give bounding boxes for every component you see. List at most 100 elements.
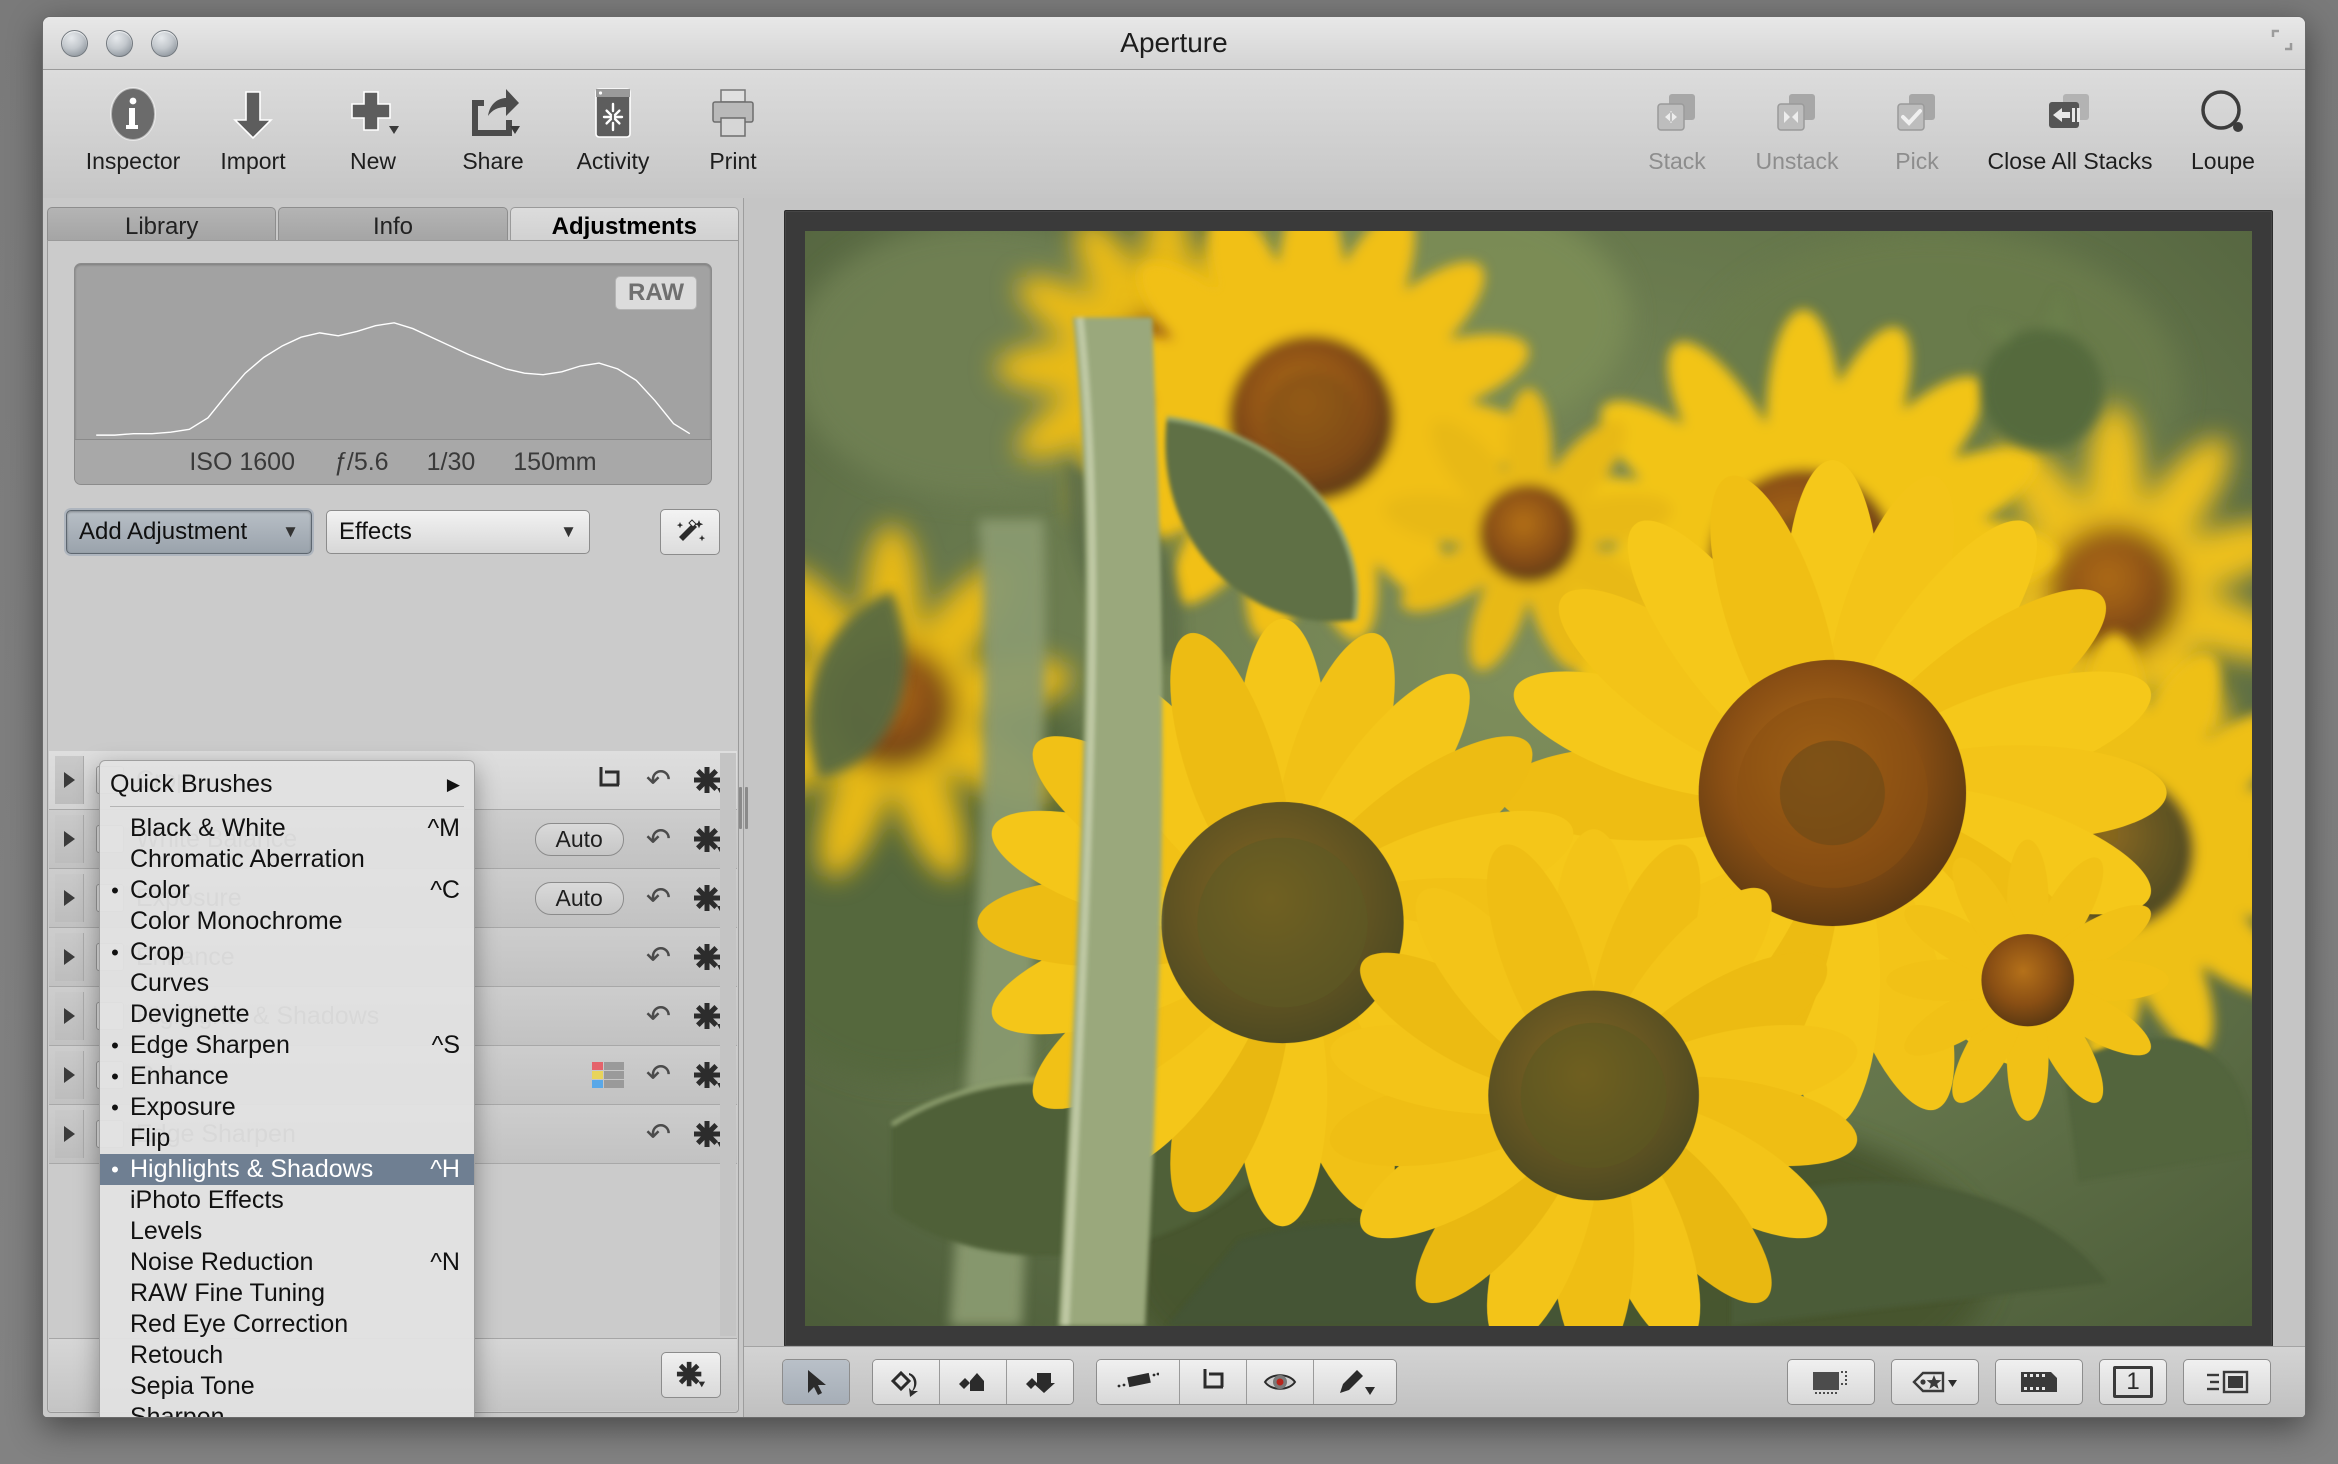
undo-arrow-icon[interactable]: ↶: [646, 1117, 671, 1152]
undo-arrow-icon[interactable]: ↶: [646, 1058, 671, 1093]
disclosure-triangle-icon[interactable]: [55, 1110, 84, 1158]
page-count-button[interactable]: 1: [2099, 1359, 2167, 1405]
menu-item-sepia-tone[interactable]: Sepia Tone: [100, 1371, 474, 1402]
exif-shutter: 1/30: [426, 447, 476, 476]
gear-icon[interactable]: [693, 884, 721, 912]
menu-item-enhance[interactable]: • Enhance: [100, 1061, 474, 1092]
inspector-scrollbar[interactable]: [720, 753, 736, 1336]
brush-icon[interactable]: [1314, 1360, 1396, 1404]
toolbar-unstack-button[interactable]: Unstack: [1737, 78, 1857, 174]
menu-item-levels[interactable]: Levels: [100, 1216, 474, 1247]
menu-item-black-white[interactable]: Black & White ^M: [100, 813, 474, 844]
toolbar-new-button[interactable]: New: [313, 78, 433, 174]
keyword-star-icon[interactable]: [1891, 1359, 1979, 1405]
menu-item-red-eye-correction[interactable]: Red Eye Correction: [100, 1309, 474, 1340]
menu-item-crop[interactable]: • Crop: [100, 937, 474, 968]
disclosure-triangle-icon[interactable]: [55, 815, 84, 863]
undo-arrow-icon[interactable]: ↶: [646, 999, 671, 1034]
menu-item-noise-reduction[interactable]: Noise Reduction ^N: [100, 1247, 474, 1278]
stamp-icon[interactable]: [1007, 1360, 1073, 1404]
menu-item-color[interactable]: • Color ^C: [100, 875, 474, 906]
toolbar-item-label: New: [349, 148, 396, 174]
menu-item-label: Enhance: [130, 1062, 229, 1090]
crop-icon[interactable]: [1180, 1360, 1247, 1404]
straighten-icon[interactable]: [1097, 1360, 1180, 1404]
toolbar-item-label: Loupe: [2191, 148, 2255, 174]
disclosure-triangle-icon[interactable]: [55, 933, 84, 981]
crop-icon[interactable]: [594, 765, 624, 795]
disclosure-triangle-icon[interactable]: [55, 1051, 84, 1099]
f-stop-glyph: ƒ: [332, 447, 347, 476]
toolbar-loupe-button[interactable]: Loupe: [2163, 78, 2283, 174]
menu-item-raw-fine-tuning[interactable]: RAW Fine Tuning: [100, 1278, 474, 1309]
undo-arrow-icon[interactable]: ↶: [646, 881, 671, 916]
gear-icon[interactable]: [693, 825, 721, 853]
menu-item-exposure[interactable]: • Exposure: [100, 1092, 474, 1123]
toolbar-item-label: Unstack: [1755, 148, 1839, 174]
toolbar-stack-button[interactable]: Stack: [1617, 78, 1737, 174]
gear-icon[interactable]: [693, 943, 721, 971]
close-stacks-icon: [2041, 78, 2099, 150]
info-icon: [106, 78, 160, 150]
main-toolbar: Inspector Import New Share Activity Prin…: [43, 70, 2305, 199]
histogram-panel: RAW ISO 1600 ƒ/5.6 1/30 150mm: [74, 263, 712, 485]
menu-item-sharpen[interactable]: Sharpen: [100, 1402, 474, 1417]
menu-item-curves[interactable]: Curves: [100, 968, 474, 999]
toolbar-item-label: Activity: [576, 148, 650, 174]
row-actions: ↶: [646, 999, 721, 1034]
toolbar-print-button[interactable]: Print: [673, 78, 793, 174]
menu-item-label: Black & White: [130, 814, 286, 842]
auto-enhance-button[interactable]: [660, 509, 720, 555]
undo-arrow-icon[interactable]: ↶: [646, 940, 671, 975]
menu-item-edge-sharpen[interactable]: • Edge Sharpen ^S: [100, 1030, 474, 1061]
add-adjustment-menu[interactable]: Quick Brushes ▶ Black & White ^M Chromatic A…: [99, 760, 475, 1417]
toolbar-close-all-stacks-button[interactable]: Close All Stacks: [1977, 78, 2163, 174]
toolbar-item-label: Inspector: [85, 148, 181, 174]
photo-sunflowers[interactable]: [805, 231, 2252, 1326]
undo-arrow-icon[interactable]: ↶: [646, 822, 671, 857]
disclosure-triangle-icon[interactable]: [55, 992, 84, 1040]
inspector-action-gear-button[interactable]: [661, 1352, 721, 1398]
metadata-overlay-icon[interactable]: [2183, 1359, 2271, 1405]
rotate-left-icon[interactable]: [873, 1360, 940, 1404]
window-titlebar: Aperture: [43, 17, 2305, 70]
resize-grip-icon[interactable]: [2271, 29, 2293, 51]
toolbar-inspector-button[interactable]: Inspector: [73, 78, 193, 174]
gear-icon[interactable]: [693, 1120, 721, 1148]
lift-icon[interactable]: [940, 1360, 1007, 1404]
toolbar-activity-button[interactable]: Activity: [553, 78, 673, 174]
gear-icon[interactable]: [693, 766, 721, 794]
menu-item-devignette[interactable]: Devignette: [100, 999, 474, 1030]
filmstrip-icon[interactable]: [1995, 1359, 2083, 1405]
selection-arrow-icon[interactable]: [783, 1360, 849, 1404]
toolbar-import-button[interactable]: Import: [193, 78, 313, 174]
viewer-tools-right: 1: [1787, 1359, 2271, 1405]
auto-button[interactable]: Auto: [534, 822, 624, 856]
activity-spinner-icon: [588, 78, 638, 150]
viewer-mode-icon[interactable]: [1787, 1359, 1875, 1405]
auto-button[interactable]: Auto: [534, 881, 624, 915]
menu-item-retouch[interactable]: Retouch: [100, 1340, 474, 1371]
effects-popup-button[interactable]: Effects ▼: [326, 510, 590, 554]
add-adjustment-popup-button[interactable]: Add Adjustment ▼: [66, 510, 312, 554]
menu-item-color-monochrome[interactable]: Color Monochrome: [100, 906, 474, 937]
applied-bullet-icon: •: [111, 939, 119, 965]
split-divider-grip[interactable]: [736, 784, 750, 832]
undo-arrow-icon[interactable]: ↶: [646, 763, 671, 798]
menu-item-quick-brushes[interactable]: Quick Brushes ▶: [100, 769, 474, 800]
toolbar-item-label: Print: [709, 148, 757, 174]
disclosure-triangle-icon[interactable]: [55, 874, 84, 922]
gear-icon[interactable]: [693, 1061, 721, 1089]
gear-icon[interactable]: [693, 1002, 721, 1030]
menu-item-label: Sepia Tone: [130, 1372, 255, 1400]
toolbar-share-button[interactable]: Share: [433, 78, 553, 174]
chevron-down-icon: ▼: [282, 522, 299, 541]
disclosure-triangle-icon[interactable]: [55, 756, 84, 804]
menu-item-iphoto-effects[interactable]: iPhoto Effects: [100, 1185, 474, 1216]
menu-item-chromatic-aberration[interactable]: Chromatic Aberration: [100, 844, 474, 875]
toolbar-pick-button[interactable]: Pick: [1857, 78, 1977, 174]
color-swatch-icon[interactable]: [591, 1062, 624, 1088]
menu-item-flip[interactable]: Flip: [100, 1123, 474, 1154]
red-eye-icon[interactable]: [1247, 1360, 1314, 1404]
menu-item-highlights-shadows[interactable]: • Highlights & Shadows ^H: [100, 1154, 474, 1185]
